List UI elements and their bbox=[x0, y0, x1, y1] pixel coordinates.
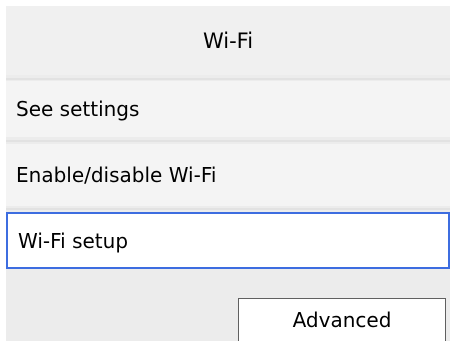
divider bbox=[6, 208, 450, 210]
advanced-button[interactable]: Advanced bbox=[238, 298, 446, 341]
screen-title: Wi-Fi bbox=[6, 6, 450, 75]
menu-item-wifi-setup[interactable]: Wi-Fi setup bbox=[6, 212, 450, 269]
divider bbox=[6, 140, 450, 142]
menu-item-enable-disable-wifi[interactable]: Enable/disable Wi-Fi bbox=[6, 144, 450, 206]
menu-item-see-settings[interactable]: See settings bbox=[6, 81, 450, 137]
divider bbox=[6, 78, 450, 80]
printer-lcd-screen: Wi-Fi See settings Enable/disable Wi-Fi … bbox=[6, 6, 450, 341]
